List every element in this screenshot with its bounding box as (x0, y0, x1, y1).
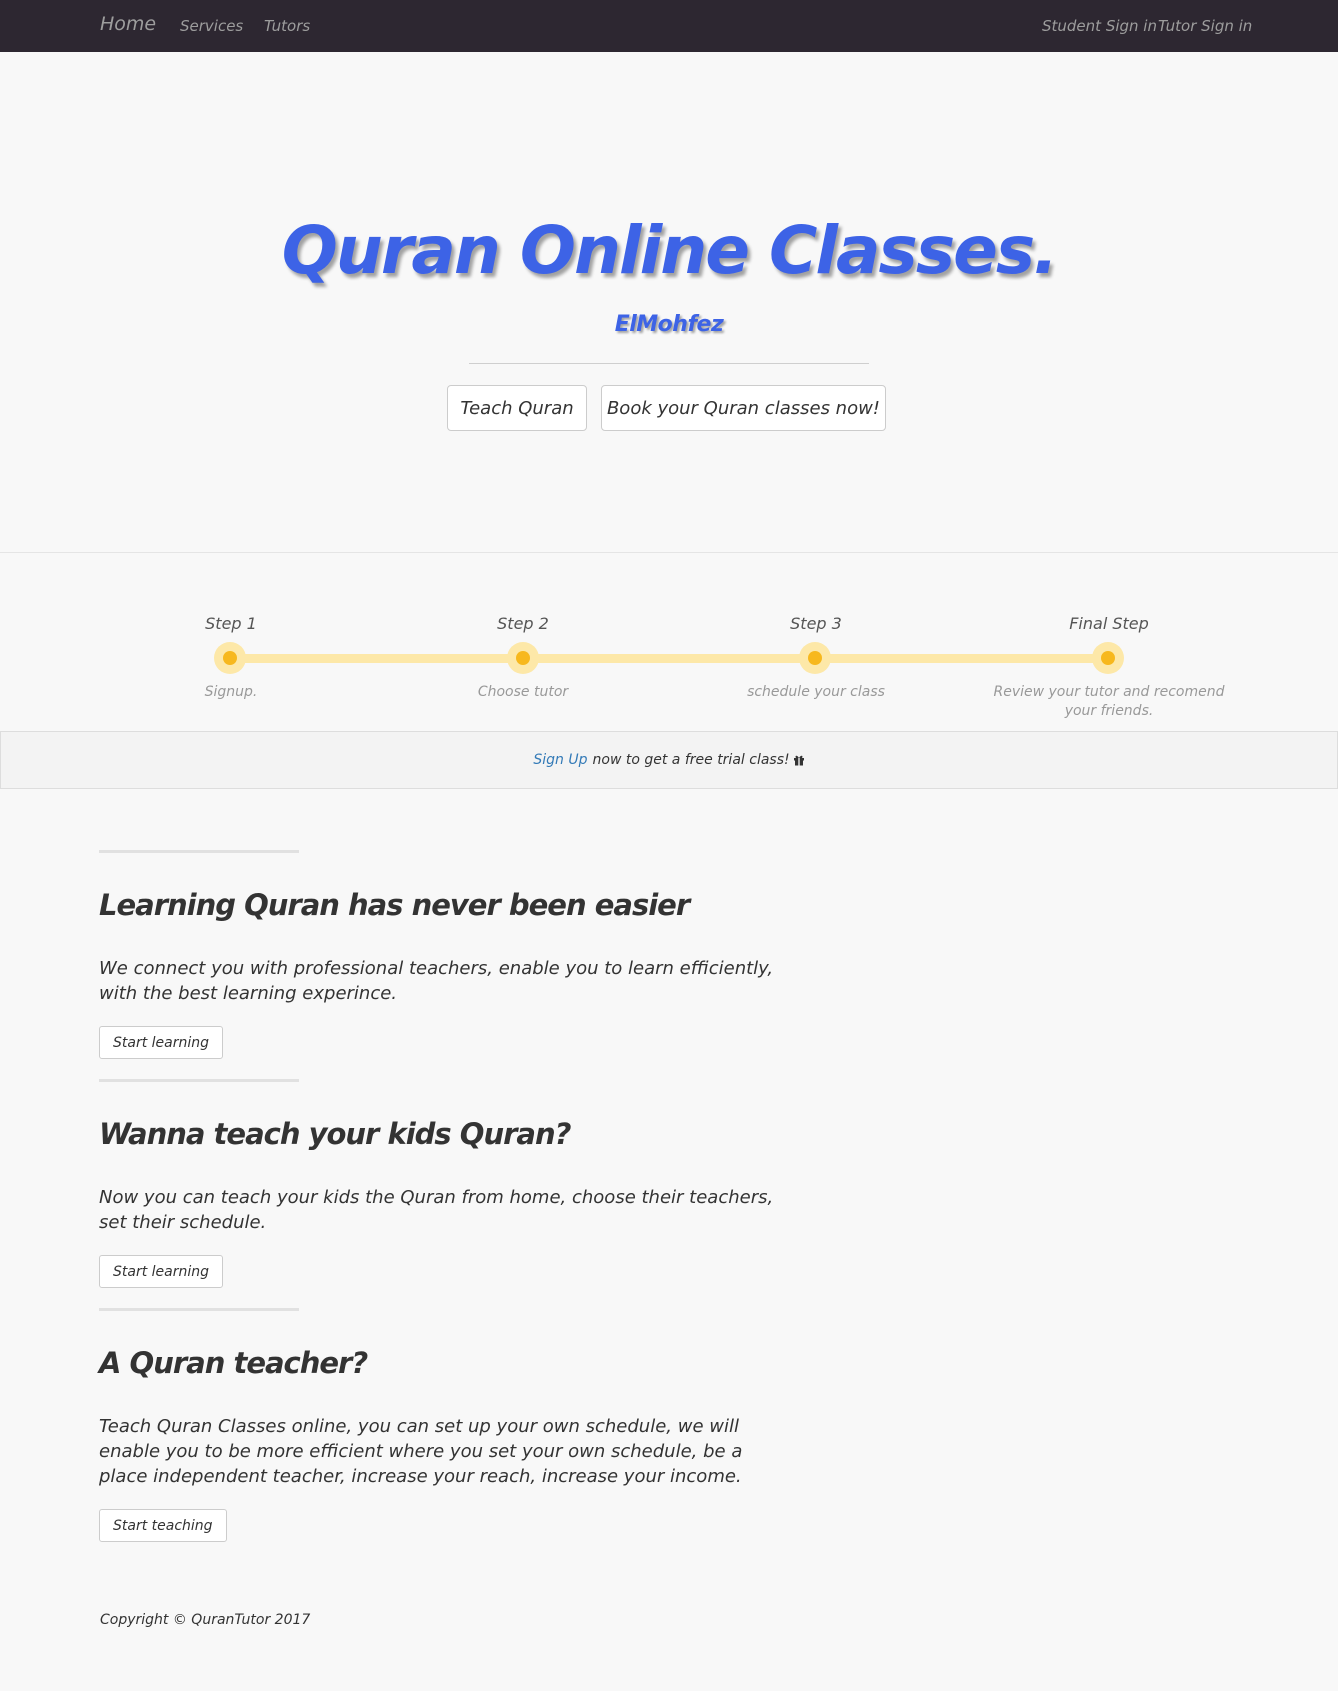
step-3-description: schedule your class (747, 684, 885, 700)
section-text: We connect you with professional teacher… (99, 958, 774, 1004)
section-title: Learning Quran has never been easier (99, 888, 690, 922)
section-text: Teach Quran Classes online, you can set … (99, 1416, 743, 1487)
steps-progress: Step 1 Signup. Step 2 Choose tutor Step … (0, 553, 1338, 731)
sign-up-link[interactable]: Sign Up (533, 752, 587, 768)
step-final-dot (1092, 642, 1124, 674)
step-final-title: Final Step (1069, 614, 1149, 633)
free-trial-banner: Sign Up now to get a free trial class! (0, 731, 1338, 789)
hero-subtitle: ElMohfez (614, 312, 724, 337)
step-2-dot (507, 642, 539, 674)
step-final-description: Review your tutor and recomend your frie… (993, 684, 1225, 719)
footer-copyright: Copyright © QuranTutor 2017 (100, 1612, 311, 1628)
steps-track (230, 654, 1108, 663)
section-divider (99, 850, 299, 853)
free-trial-text: now to get a free trial class! (592, 752, 790, 768)
section-text: Now you can teach your kids the Quran fr… (99, 1187, 774, 1233)
hero-divider (469, 363, 869, 364)
step-1-dot (214, 642, 246, 674)
section-divider (99, 1079, 299, 1082)
teach-quran-button[interactable]: Teach Quran (447, 385, 587, 431)
student-sign-in-link[interactable]: Student Sign in (1042, 17, 1157, 35)
step-2-description: Choose tutor (477, 684, 569, 700)
hero-section: Quran Online Classes. ElMohfez Teach Qur… (0, 52, 1338, 553)
step-1-title: Step 1 (205, 614, 257, 633)
book-classes-button[interactable]: Book your Quran classes now! (601, 385, 886, 431)
tutor-sign-in-link[interactable]: Tutor Sign in (1158, 17, 1252, 35)
nav-services-link[interactable]: Services (180, 17, 243, 35)
nav-home-link[interactable]: Home (100, 13, 156, 35)
step-3-title: Step 3 (790, 614, 842, 633)
nav-tutors-link[interactable]: Tutors (264, 17, 310, 35)
section-title: Wanna teach your kids Quran? (99, 1117, 571, 1151)
step-1-description: Signup. (204, 684, 258, 700)
start-learning-kids-button[interactable]: Start learning (99, 1255, 224, 1288)
step-2-title: Step 2 (497, 614, 549, 633)
gift-icon (793, 754, 805, 766)
start-teaching-button[interactable]: Start teaching (99, 1509, 227, 1542)
hero-title: Quran Online Classes. (281, 212, 1059, 289)
start-learning-button[interactable]: Start learning (99, 1026, 224, 1059)
section-title: A Quran teacher? (99, 1346, 368, 1380)
step-3-dot (799, 642, 831, 674)
section-divider (99, 1308, 299, 1311)
top-navbar: Home Services Tutors Student Sign in Tut… (0, 0, 1338, 52)
